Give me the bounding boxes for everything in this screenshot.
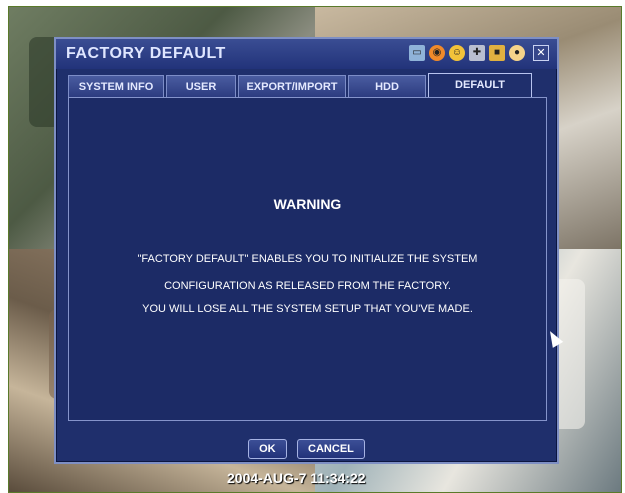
user-icon[interactable]: ● (509, 45, 525, 61)
cancel-button[interactable]: CANCEL (297, 439, 365, 459)
titlebar-icons: ▭ ◉ ☺ ✚ ■ ● ✕ (409, 45, 549, 61)
dialog-buttons: OK CANCEL (56, 439, 557, 459)
tab-default[interactable]: DEFAULT (428, 73, 532, 97)
dialog-title: FACTORY DEFAULT (66, 45, 226, 62)
tab-content-panel: WARNING "FACTORY DEFAULT" ENABLES YOU TO… (68, 97, 547, 421)
timestamp-overlay: 2004-AUG-7 11:34:22 (227, 470, 366, 486)
tab-hdd[interactable]: HDD (348, 75, 426, 97)
smiley-icon[interactable]: ☺ (449, 45, 465, 61)
close-icon[interactable]: ✕ (533, 45, 549, 61)
tab-bar: SYSTEM INFO USER EXPORT/IMPORT HDD DEFAU… (68, 73, 548, 97)
warning-heading: WARNING (273, 196, 342, 212)
tab-user[interactable]: USER (166, 75, 236, 97)
monitor-icon[interactable]: ▭ (409, 45, 425, 61)
dialog-titlebar: FACTORY DEFAULT ▭ ◉ ☺ ✚ ■ ● ✕ (56, 39, 557, 69)
warning-line-3: YOU WILL LOSE ALL THE SYSTEM SETUP THAT … (142, 303, 473, 315)
factory-default-dialog: FACTORY DEFAULT ▭ ◉ ☺ ✚ ■ ● ✕ SYSTEM INF… (54, 37, 559, 464)
warning-line-2: CONFIGURATION AS RELEASED FROM THE FACTO… (164, 280, 451, 292)
tab-export-import[interactable]: EXPORT/IMPORT (238, 75, 346, 97)
globe-icon[interactable]: ◉ (429, 45, 445, 61)
camera-icon[interactable]: ■ (489, 45, 505, 61)
tab-system-info[interactable]: SYSTEM INFO (68, 75, 164, 97)
tools-icon[interactable]: ✚ (469, 45, 485, 61)
ok-button[interactable]: OK (248, 439, 287, 459)
warning-line-1: "FACTORY DEFAULT" ENABLES YOU TO INITIAL… (137, 253, 478, 265)
